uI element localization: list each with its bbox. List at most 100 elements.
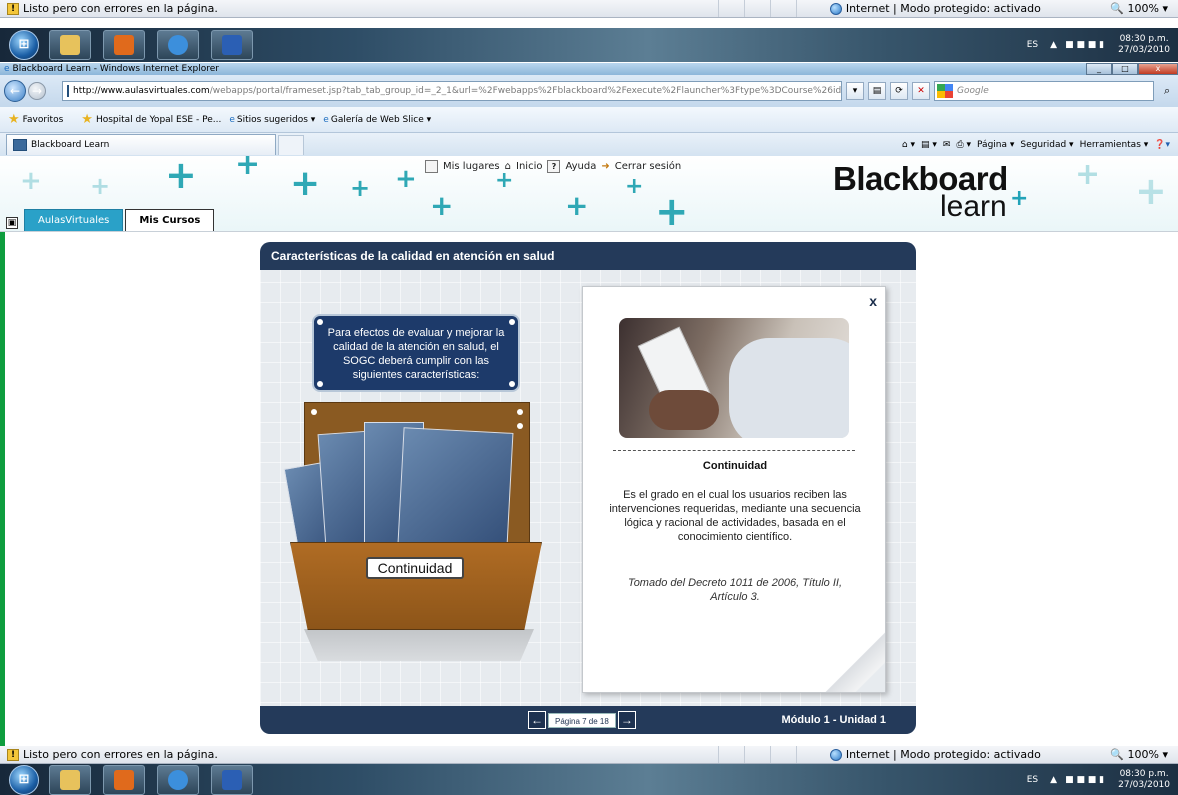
pager: ← Página 7 de 18 → xyxy=(528,711,636,729)
tools-menu[interactable]: Herramientas ▾ xyxy=(1080,140,1149,150)
security-menu[interactable]: Seguridad ▾ xyxy=(1020,140,1073,150)
back-button[interactable]: ← xyxy=(4,80,26,102)
home-link[interactable]: Inicio xyxy=(516,161,542,172)
places-icon[interactable] xyxy=(425,160,438,173)
tray-arrow-icon[interactable]: ▲ xyxy=(1050,40,1057,50)
tray-icons[interactable]: ■ ■ ■ ▮ xyxy=(1065,40,1104,50)
continuidad-button[interactable]: Continuidad xyxy=(366,557,464,579)
ie-taskbar-button[interactable] xyxy=(157,30,199,60)
zone-text[interactable]: Internet | Modo protegido: activado xyxy=(846,2,1041,15)
system-tray: ES ▲ ■ ■ ■ ▮ 08:30 p.m. 27/03/2010 xyxy=(1027,28,1178,62)
decor-plus: + xyxy=(565,189,589,222)
clock[interactable]: 08:30 p.m. 27/03/2010 xyxy=(1118,34,1170,56)
tab-blackboard[interactable]: Blackboard Learn xyxy=(6,134,276,155)
zoom-control[interactable]: 🔍 100% ▾ xyxy=(1110,748,1168,761)
address-bar[interactable]: http://www.aulasvirtuales.com/webapps/po… xyxy=(62,81,842,101)
command-bar: ⌂ ▾ ▤ ▾ ✉ ⎙ ▾ Página ▾ Seguridad ▾ Herra… xyxy=(902,140,1178,150)
decor-plus: + xyxy=(655,189,689,232)
blackboard-logo-plus: + xyxy=(1010,186,1029,211)
next-page-button[interactable]: → xyxy=(617,711,636,729)
stop-button[interactable]: ✕ xyxy=(912,82,930,100)
zone-text[interactable]: Internet | Modo protegido: activado xyxy=(846,748,1041,761)
rivet xyxy=(517,423,523,429)
address-dropdown-button[interactable]: ▾ xyxy=(846,82,864,100)
taskbar-bottom: ⊞ ES ▲ ■ ■ ■ ▮ 08:30 p.m. 27/03/2010 xyxy=(0,764,1178,795)
mail-icon[interactable]: ✉ xyxy=(943,140,951,150)
globe-icon xyxy=(829,748,842,761)
start-orb[interactable]: ⊞ xyxy=(9,30,39,60)
ie-icon: e xyxy=(229,114,235,125)
language-indicator[interactable]: ES xyxy=(1027,775,1038,785)
decor-plus: + xyxy=(1075,157,1101,192)
decor-plus: + xyxy=(495,168,514,193)
ie-icon xyxy=(168,35,188,55)
rivet xyxy=(509,381,515,387)
add-favorite-icon[interactable]: ★ xyxy=(81,112,93,127)
explorer-taskbar-button[interactable] xyxy=(49,764,91,795)
print-icon[interactable]: ⎙ ▾ xyxy=(956,140,971,150)
search-icon[interactable]: ⌕ xyxy=(1164,84,1170,98)
home-icon[interactable]: ⌂ ▾ xyxy=(902,140,915,150)
zoom-label: 100% xyxy=(1127,748,1159,761)
logout-link[interactable]: Cerrar sesión xyxy=(615,161,681,172)
help-link[interactable]: Ayuda xyxy=(565,161,596,172)
collapse-icon[interactable]: ▣ xyxy=(6,217,18,229)
rivet xyxy=(517,409,523,415)
warning-icon[interactable]: ! xyxy=(7,2,19,15)
start-orb[interactable]: ⊞ xyxy=(9,764,39,795)
close-window-button[interactable]: x xyxy=(1138,63,1178,75)
help-icon[interactable]: ? xyxy=(547,160,561,173)
home-icon[interactable]: ⌂ xyxy=(505,161,511,172)
tab-mis-cursos[interactable]: Mis Cursos xyxy=(125,209,215,231)
feeds-icon[interactable]: ▤ ▾ xyxy=(921,140,937,150)
window-controls: _ □ x xyxy=(1086,63,1178,75)
globe-icon xyxy=(829,2,842,15)
favorite-link-suggested[interactable]: Sitios sugeridos ▾ xyxy=(237,115,315,125)
close-icon[interactable]: x xyxy=(869,293,877,309)
search-input[interactable]: Google xyxy=(934,81,1154,101)
new-tab-button[interactable] xyxy=(278,134,304,155)
favorites-star-icon[interactable]: ★ xyxy=(8,112,20,127)
tab-aulas-virtuales[interactable]: AulasVirtuales xyxy=(24,209,124,231)
explorer-taskbar-button[interactable] xyxy=(49,30,91,60)
minimize-button[interactable]: _ xyxy=(1086,63,1112,75)
maximize-button[interactable]: □ xyxy=(1112,63,1138,75)
tray-icons[interactable]: ■ ■ ■ ▮ xyxy=(1065,775,1104,785)
word-icon xyxy=(222,35,242,55)
media-taskbar-button[interactable] xyxy=(103,30,145,60)
clock[interactable]: 08:30 p.m. 27/03/2010 xyxy=(1118,769,1170,791)
tray-arrow-icon[interactable]: ▲ xyxy=(1050,775,1057,785)
word-taskbar-button[interactable] xyxy=(211,30,253,60)
media-player-icon xyxy=(114,35,134,55)
card-title: Continuidad xyxy=(702,460,768,472)
my-places-link[interactable]: Mis lugares xyxy=(443,161,500,172)
page-menu[interactable]: Página ▾ xyxy=(977,140,1014,150)
language-indicator[interactable]: ES xyxy=(1027,40,1038,50)
logout-icon[interactable]: ➜ xyxy=(601,161,609,172)
decor-plus: + xyxy=(290,163,321,204)
compat-view-button[interactable]: ▤ xyxy=(868,82,886,100)
card-source: Tomado del Decreto 1011 de 2006, Título … xyxy=(627,577,843,603)
zoom-label: 100% xyxy=(1127,2,1159,15)
photo-hand xyxy=(649,390,719,430)
warning-icon[interactable]: ! xyxy=(7,748,19,761)
status-bar-bottom: ! Listo pero con errores en la página. I… xyxy=(0,746,1178,764)
page-curl xyxy=(825,632,885,692)
ie-taskbar-button[interactable] xyxy=(157,764,199,795)
photo-sleeve xyxy=(729,338,849,438)
zoom-control[interactable]: 🔍 100% ▾ xyxy=(1110,2,1168,15)
help-icon[interactable]: ❓▾ xyxy=(1154,140,1170,150)
decor-plus: + xyxy=(20,166,42,196)
refresh-button[interactable]: ⟳ xyxy=(890,82,908,100)
favorite-link-hospital[interactable]: Hospital de Yopal ESE - Pe... xyxy=(96,115,221,125)
favorites-button[interactable]: Favoritos xyxy=(23,115,64,125)
status-bar-top: ! Listo pero con errores en la página. I… xyxy=(0,0,1178,18)
prev-page-button[interactable]: ← xyxy=(528,711,546,729)
word-taskbar-button[interactable] xyxy=(211,764,253,795)
status-text[interactable]: Listo pero con errores en la página. xyxy=(23,748,218,761)
media-player-icon xyxy=(114,769,134,790)
forward-button[interactable]: → xyxy=(28,82,46,100)
media-taskbar-button[interactable] xyxy=(103,764,145,795)
status-text[interactable]: Listo pero con errores en la página. xyxy=(23,2,218,15)
favorite-link-webslice[interactable]: Galería de Web Slice ▾ xyxy=(331,115,431,125)
